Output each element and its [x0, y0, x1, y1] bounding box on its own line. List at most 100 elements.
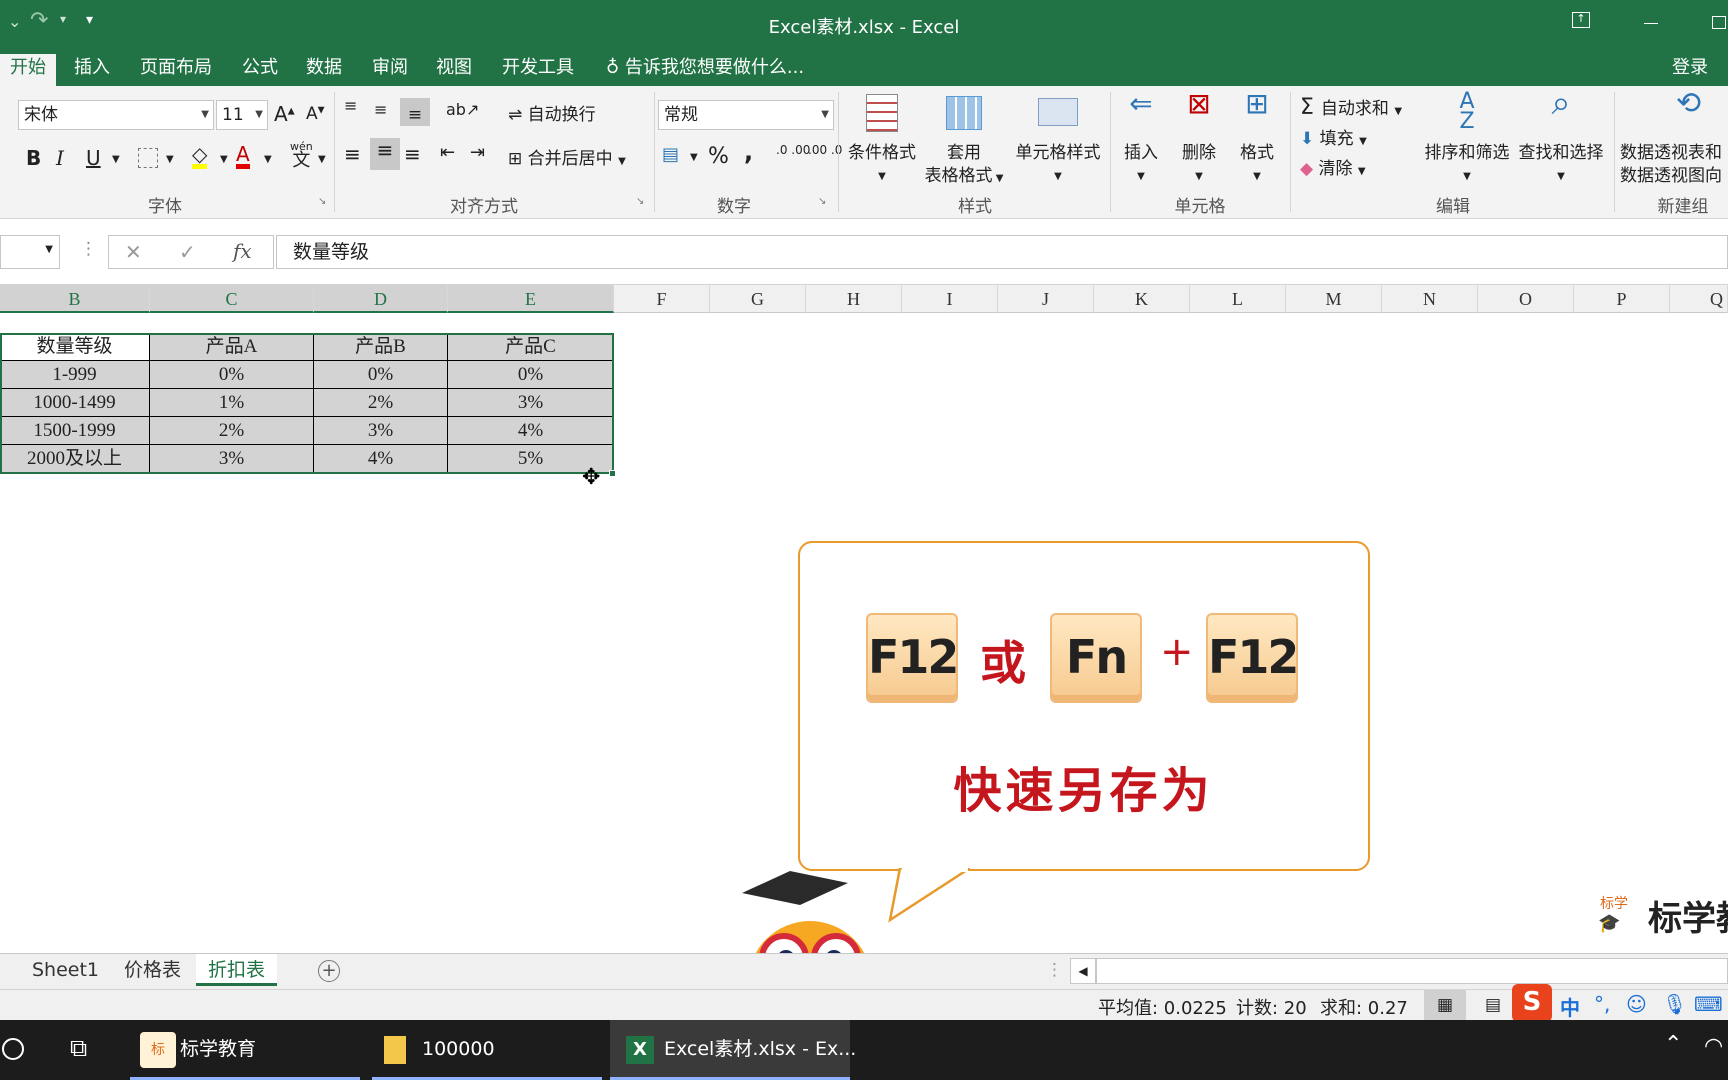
format-cells-button[interactable]: ⊞ 格式 ▼	[1230, 90, 1284, 188]
percent-button[interactable]: %	[708, 144, 729, 169]
table-cell[interactable]: 3%	[314, 417, 448, 445]
microphone-icon[interactable]: 🎙	[1662, 992, 1687, 1016]
decrease-indent-icon[interactable]: ⇤	[440, 142, 455, 163]
table-cell[interactable]: 4%	[314, 445, 448, 473]
table-cell[interactable]: 1500-1999	[0, 417, 150, 445]
cancel-icon[interactable]: ✕	[125, 240, 142, 264]
scroll-left-icon[interactable]: ◀	[1070, 958, 1096, 984]
column-header[interactable]: Q	[1670, 285, 1728, 313]
format-as-table-button[interactable]: 套用 表格格式 ▼	[918, 92, 1010, 190]
bold-button[interactable]: B	[26, 146, 41, 170]
table-header-cell[interactable]: 产品A	[150, 333, 314, 361]
tab-view[interactable]: 视图	[426, 54, 482, 86]
chevron-up-icon[interactable]: ⌃	[1664, 1032, 1682, 1057]
sheet-tab[interactable]: Sheet1	[20, 954, 111, 986]
align-top-icon[interactable]: ≡	[344, 96, 357, 115]
phonetic-guide-icon[interactable]: wén 文	[290, 140, 313, 170]
tell-me-box[interactable]: ♁ 告诉我您想要做什么...	[596, 54, 814, 86]
tab-page-layout[interactable]: 页面布局	[130, 54, 222, 86]
column-header[interactable]: B	[0, 285, 150, 313]
italic-button[interactable]: I	[56, 146, 64, 170]
column-header[interactable]: M	[1286, 285, 1382, 313]
table-cell[interactable]: 0%	[314, 361, 448, 389]
table-cell[interactable]: 2000及以上	[0, 445, 150, 473]
cortana-icon[interactable]	[2, 1038, 24, 1060]
column-header[interactable]: L	[1190, 285, 1286, 313]
column-header[interactable]: E	[448, 285, 614, 313]
chevron-down-icon[interactable]: ▼	[166, 154, 174, 165]
sogou-ime-icon[interactable]: S	[1512, 984, 1552, 1022]
find-select-button[interactable]: ⌕ 查找和选择 ▼	[1514, 86, 1608, 188]
align-bottom-icon[interactable]: ≡	[400, 98, 430, 126]
table-cell[interactable]: 0%	[448, 361, 614, 389]
chevron-down-icon[interactable]: ▼	[690, 152, 698, 163]
align-left-icon[interactable]: ≡	[344, 142, 361, 166]
fill-button[interactable]: ⬇ 填充 ▼	[1300, 124, 1367, 149]
taskbar-app-biaoxue[interactable]: 标 标学教育	[130, 1020, 360, 1080]
dialog-launcher-icon[interactable]: ↘	[818, 196, 826, 207]
table-cell[interactable]: 2%	[314, 389, 448, 417]
splitter-icon[interactable]: ⋮	[1046, 960, 1063, 980]
column-header[interactable]: N	[1382, 285, 1478, 313]
table-header-cell[interactable]: 产品B	[314, 333, 448, 361]
borders-icon[interactable]	[138, 148, 158, 168]
column-header[interactable]: P	[1574, 285, 1670, 313]
column-header[interactable]: K	[1094, 285, 1190, 313]
insert-cells-button[interactable]: ⇐ 插入 ▼	[1114, 90, 1168, 188]
chevron-down-icon[interactable]: ▼	[318, 154, 326, 165]
font-color-icon[interactable]: A	[236, 144, 250, 169]
task-view-icon[interactable]: ⧉	[70, 1034, 87, 1062]
conditional-format-button[interactable]: 条件格式 ▼	[842, 92, 922, 188]
orientation-icon[interactable]: ab↗	[446, 100, 479, 119]
column-header[interactable]: C	[150, 285, 314, 313]
normal-view-icon[interactable]: ▦	[1424, 990, 1466, 1021]
tab-home[interactable]: 开始	[0, 54, 56, 86]
decrease-decimal-button[interactable]: .00 .0	[808, 144, 842, 157]
align-right-icon[interactable]: ≡	[404, 142, 421, 166]
number-format-combo[interactable]: 常规 ▼	[658, 100, 834, 130]
column-header[interactable]: O	[1478, 285, 1574, 313]
enter-icon[interactable]: ✓	[179, 240, 196, 264]
fill-color-icon[interactable]: ◇	[192, 144, 208, 169]
delete-cells-button[interactable]: ⊠ 删除 ▼	[1172, 90, 1226, 188]
insert-function-icon[interactable]: fx	[233, 239, 252, 263]
dialog-launcher-icon[interactable]: ↘	[636, 196, 644, 207]
underline-button[interactable]: U	[86, 146, 101, 170]
page-layout-view-icon[interactable]: ▤	[1478, 990, 1508, 1021]
table-cell[interactable]: 3%	[150, 445, 314, 473]
horizontal-scrollbar[interactable]	[1096, 958, 1728, 984]
sheet-tab[interactable]: 价格表	[112, 954, 193, 986]
add-sheet-icon[interactable]: +	[318, 960, 340, 982]
table-cell[interactable]: 3%	[448, 389, 614, 417]
comma-style-button[interactable]: ,	[744, 138, 753, 166]
merge-center-button[interactable]: ⊞ 合并后居中 ▼	[508, 144, 626, 169]
table-cell[interactable]: 1%	[150, 389, 314, 417]
grow-font-icon[interactable]: A▲	[274, 102, 295, 126]
table-header-cell[interactable]: 产品C	[448, 333, 614, 361]
chevron-down-icon[interactable]: ▼	[264, 154, 272, 165]
sort-filter-button[interactable]: AZ 排序和筛选 ▼	[1420, 91, 1514, 188]
chevron-down-icon[interactable]: ▼	[112, 154, 120, 165]
tab-review[interactable]: 审阅	[362, 54, 418, 86]
autosum-button[interactable]: Σ 自动求和 ▼	[1300, 94, 1402, 120]
keyboard-icon[interactable]: ⌨	[1694, 992, 1723, 1016]
taskbar-app-folder[interactable]: 100000	[372, 1020, 602, 1080]
punctuation-icon[interactable]: °,	[1594, 992, 1610, 1016]
dialog-launcher-icon[interactable]: ↘	[318, 196, 326, 207]
font-size-combo[interactable]: 11 ▼	[216, 100, 268, 130]
table-header-cell[interactable]: 数量等级	[0, 333, 150, 361]
taskbar-app-excel[interactable]: X Excel素材.xlsx - Ex...	[610, 1020, 856, 1080]
table-cell[interactable]: 1-999	[0, 361, 150, 389]
increase-decimal-button[interactable]: .0 .00	[776, 144, 810, 157]
accounting-format-icon[interactable]: ▤	[662, 144, 679, 165]
name-box[interactable]: ▼	[0, 235, 60, 269]
tab-formulas[interactable]: 公式	[232, 54, 288, 86]
ime-mode[interactable]: 中	[1560, 992, 1580, 1021]
align-center-icon[interactable]: ≡	[370, 138, 400, 170]
worksheet-grid[interactable]: 数量等级 产品A 产品B 产品C 1-999 0% 0% 0% 1000-149…	[0, 313, 1728, 1045]
column-header[interactable]: G	[710, 285, 806, 313]
tab-data[interactable]: 数据	[296, 54, 352, 86]
table-cell[interactable]: 2%	[150, 417, 314, 445]
ribbon-display-icon[interactable]: ↑	[1572, 12, 1590, 28]
clear-button[interactable]: ◆ 清除 ▼	[1300, 154, 1366, 179]
